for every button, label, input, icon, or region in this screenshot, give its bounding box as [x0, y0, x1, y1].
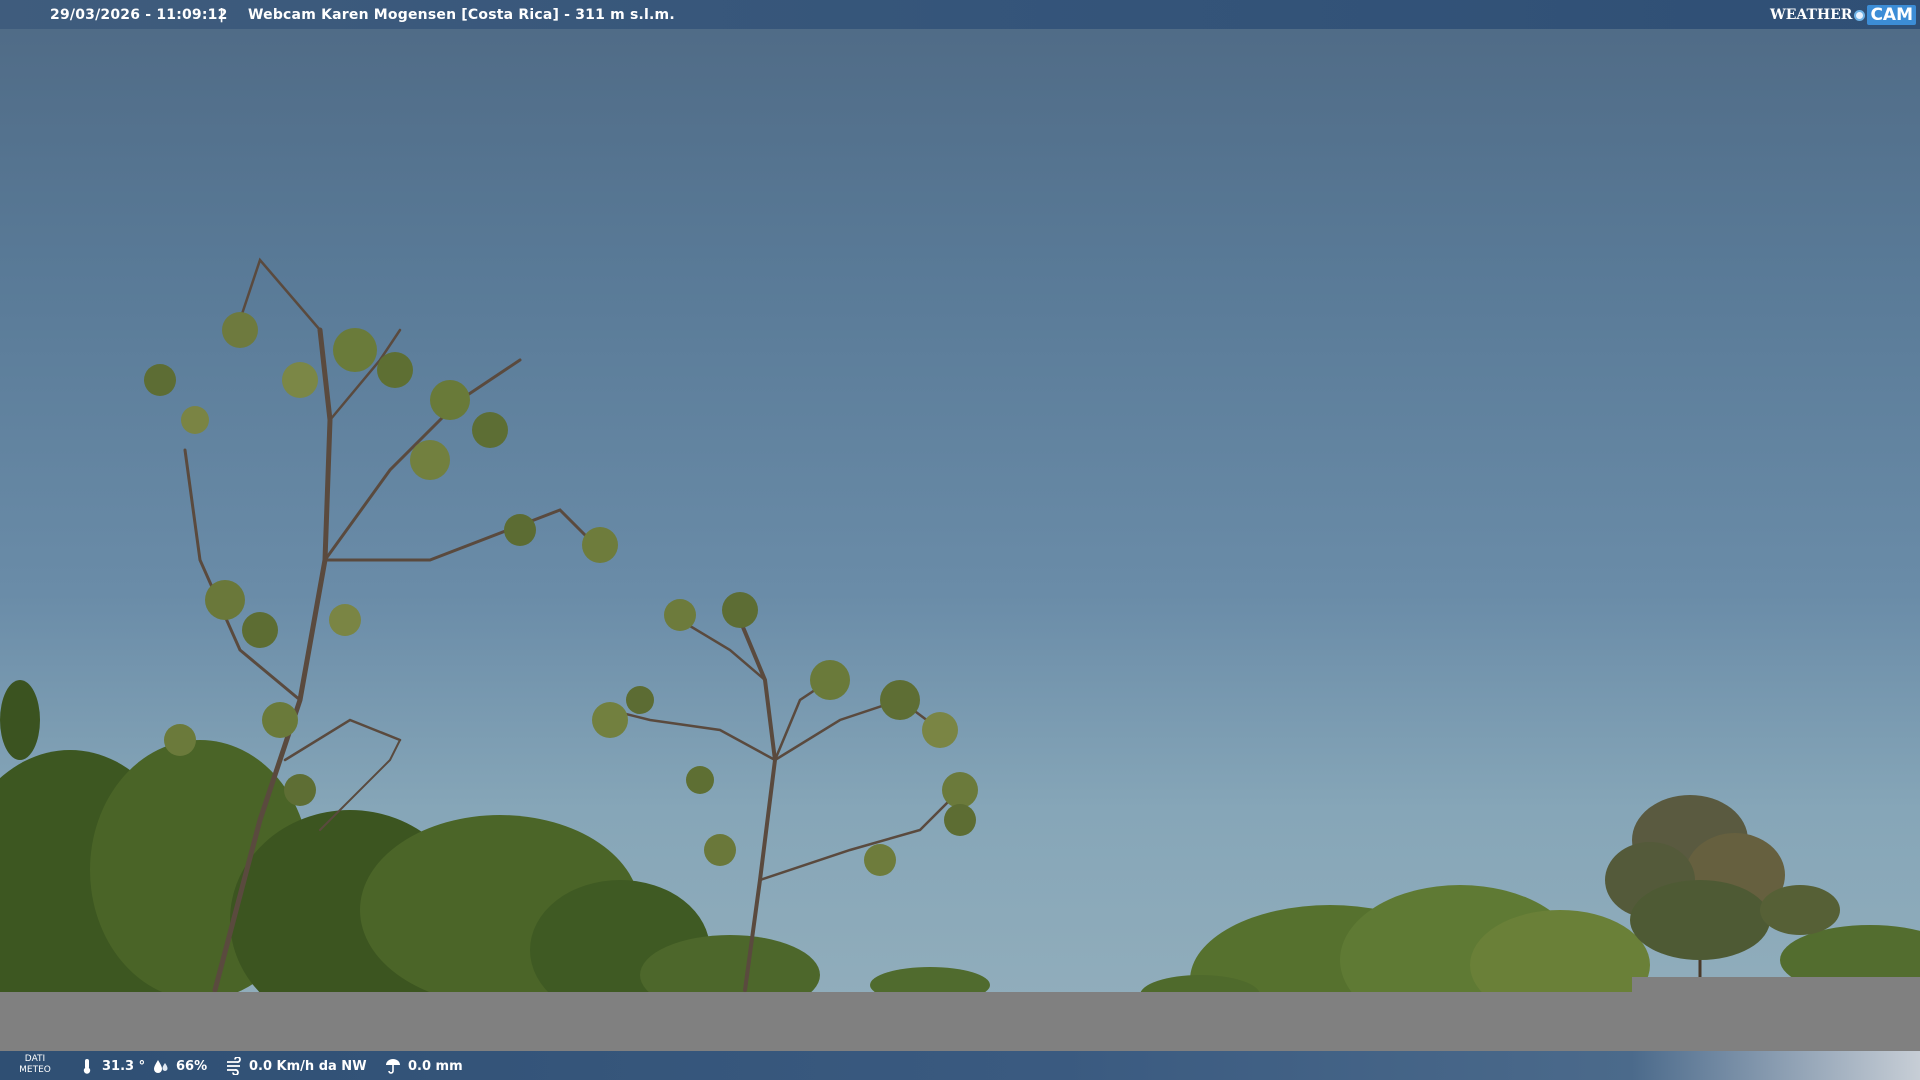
temperature-reading: 31.3 ° — [78, 1055, 145, 1077]
humidity-icon — [154, 1060, 168, 1073]
caption-bar: 29/03/2026 - 11:09:12 | Webcam Karen Mog… — [0, 0, 1920, 29]
temperature-value: 31.3 ° — [102, 1058, 146, 1074]
wind-reading: 0.0 Km/h da NW — [225, 1055, 367, 1077]
rain-value: 0.0 mm — [408, 1058, 463, 1074]
logo-dot-icon — [1854, 9, 1866, 21]
separator: | — [219, 7, 225, 23]
wind-value: 0.0 Km/h da NW — [249, 1058, 367, 1074]
wind-icon — [227, 1057, 241, 1075]
dati-label-line2: METEO — [19, 1065, 51, 1075]
logo-word: WEATHER — [1769, 7, 1853, 23]
humidity-value: 66% — [176, 1058, 208, 1074]
landscape-scene — [0, 257, 1920, 1055]
occlusion-notch — [1632, 977, 1920, 993]
webcam-frame: 29/03/2026 - 11:09:12 | Webcam Karen Mog… — [0, 0, 1920, 1080]
thermometer-icon — [83, 1059, 91, 1074]
webcam-title: Webcam Karen Mogensen [Costa Rica] - 311… — [248, 7, 675, 23]
weather-data-bar: DATI METEO 31.3 ° 66% 0.0 Km/h da NW 0.0… — [0, 1051, 1920, 1080]
humidity-reading: 66% — [152, 1055, 207, 1077]
logo-cam: CAM — [1867, 5, 1916, 25]
rain-reading: 0.0 mm — [384, 1055, 463, 1077]
rain-icon — [386, 1059, 400, 1074]
dati-meteo-label: DATI METEO — [18, 1054, 52, 1076]
occlusion-band — [0, 992, 1920, 1051]
weathercam-logo: WEATHER CAM — [1770, 3, 1916, 27]
dati-label-line1: DATI — [24, 1054, 46, 1064]
timestamp: 29/03/2026 - 11:09:12 — [50, 7, 228, 23]
